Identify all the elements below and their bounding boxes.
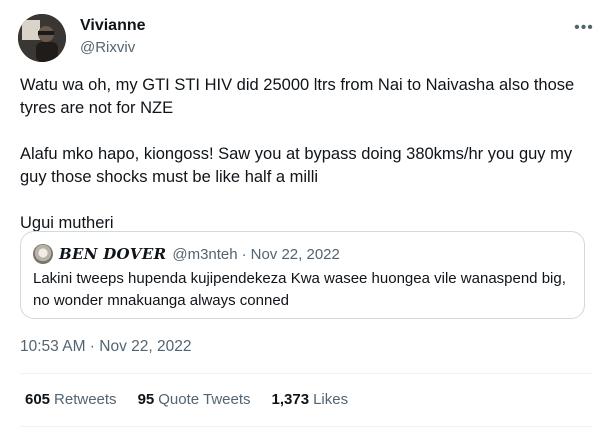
tweet-header: Vivianne @Rixviv ••• [18, 14, 598, 62]
likes-count: 1,373 [271, 391, 310, 408]
author-avatar[interactable] [18, 14, 66, 62]
tweet-paragraph: Watu wa oh, my GTI STI HIV did 25000 ltr… [20, 76, 575, 117]
avatar-image [18, 14, 66, 62]
retweets-stat[interactable]: 605 Retweets [25, 391, 117, 408]
tweet: Vivianne @Rixviv ••• Watu wa oh, my GTI … [0, 0, 610, 436]
divider [20, 373, 592, 374]
likes-stat[interactable]: 1,373 Likes [272, 391, 349, 408]
retweets-count: 605 [25, 391, 51, 408]
quoted-tweet-header: 𝑩𝑬𝑵 𝑫𝑶𝑽𝑬𝑹 @m3nteh · Nov 22, 2022 [33, 243, 340, 265]
quoted-author-avatar [33, 244, 53, 264]
more-options-button[interactable]: ••• [572, 18, 596, 38]
tweet-timestamp[interactable]: 10:53 AM · Nov 22, 2022 [20, 338, 191, 356]
author-name[interactable]: Vivianne [80, 17, 146, 35]
engagement-stats: 605 Retweets 95 Quote Tweets 1,373 Likes [25, 391, 369, 408]
quoted-author-name: 𝑩𝑬𝑵 𝑫𝑶𝑽𝑬𝑹 [59, 245, 167, 263]
quoted-author-handle: @m3nteh [172, 245, 238, 263]
quoted-tweet-card[interactable]: 𝑩𝑬𝑵 𝑫𝑶𝑽𝑬𝑹 @m3nteh · Nov 22, 2022 Lakini … [20, 231, 585, 319]
likes-label: Likes [313, 391, 349, 408]
more-horizontal-icon: ••• [574, 19, 594, 36]
quoted-tweet-date: Nov 22, 2022 [250, 245, 340, 263]
tweet-paragraph: Alafu mko hapo, kiongoss! Saw you at byp… [20, 145, 573, 186]
quote-tweets-count: 95 [137, 391, 155, 408]
separator-dot: · [241, 245, 247, 263]
divider [20, 426, 592, 427]
quote-tweets-stat[interactable]: 95 Quote Tweets [138, 391, 251, 408]
retweets-label: Retweets [54, 391, 117, 408]
quote-tweets-label: Quote Tweets [158, 391, 251, 408]
quoted-tweet-text: Lakini tweeps hupenda kujipendekeza Kwa … [33, 270, 566, 309]
author-handle[interactable]: @Rixviv [80, 39, 135, 56]
